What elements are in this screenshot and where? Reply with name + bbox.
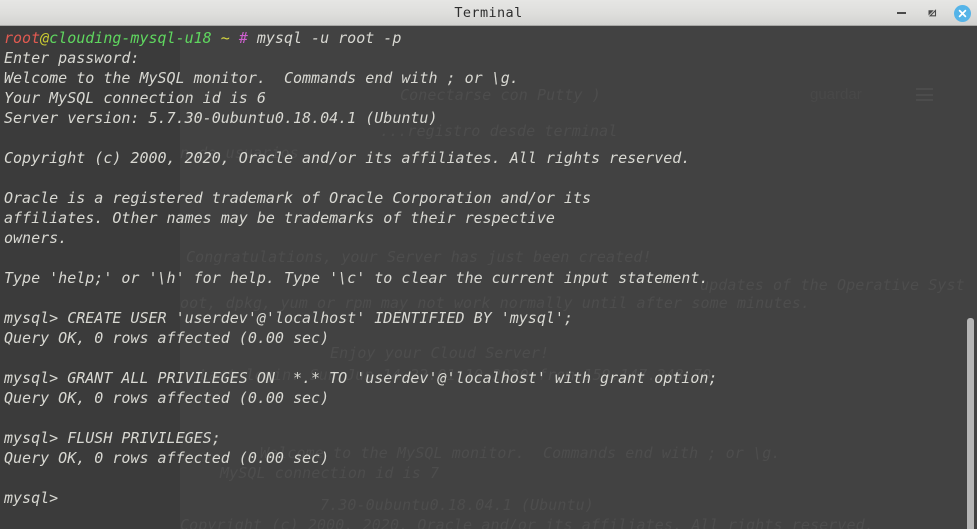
terminal-line: Welcome to the MySQL monitor. Commands e… <box>4 69 519 87</box>
prompt-symbol-space <box>230 29 239 47</box>
prompt-path <box>212 29 221 47</box>
terminal-line: Query OK, 0 rows affected (0.00 sec) <box>4 449 330 467</box>
terminal-line: Enter password: <box>4 49 140 67</box>
prompt-at: @ <box>40 29 50 47</box>
scrollbar-thumb[interactable] <box>967 318 974 529</box>
terminal-line: mysql> GRANT ALL PRIVILEGES ON *.* TO 'u… <box>4 369 718 387</box>
maximize-button[interactable] <box>923 4 941 22</box>
terminal-line: Your MySQL connection id is 6 <box>4 89 266 107</box>
close-button[interactable] <box>954 4 971 22</box>
terminal-line: affiliates. Other names may be trademark… <box>4 209 555 227</box>
terminal-screen[interactable]: Conectarse con Putty ) guardar ...regist… <box>0 26 977 529</box>
vertical-scrollbar[interactable] <box>963 26 977 529</box>
window-controls <box>892 0 971 26</box>
terminal-line: Type 'help;' or '\h' for help. Type '\c'… <box>4 269 709 287</box>
terminal-line: Oracle is a registered trademark of Orac… <box>4 189 591 207</box>
terminal-line: Query OK, 0 rows affected (0.00 sec) <box>4 329 330 347</box>
shell-prompt-line: root@clouding-mysql-u18 ~ # mysql -u roo… <box>4 28 401 48</box>
prompt-user: root <box>4 29 41 47</box>
terminal-prompt-line: mysql> <box>4 489 59 507</box>
terminal-output: root@clouding-mysql-u18 ~ # mysql -u roo… <box>0 26 977 529</box>
terminal-line: Query OK, 0 rows affected (0.00 sec) <box>4 389 330 407</box>
terminal-line: Copyright (c) 2000, 2020, Oracle and/or … <box>4 149 691 167</box>
prompt-symbol: # <box>238 29 248 47</box>
terminal-line: mysql> CREATE USER 'userdev'@'localhost'… <box>4 309 573 327</box>
terminal-line: Server version: 5.7.30-0ubuntu0.18.04.1 … <box>4 109 438 127</box>
prompt-path-value: ~ <box>220 29 230 47</box>
terminal-line: owners. <box>4 229 68 247</box>
terminal-line: mysql> FLUSH PRIVILEGES; <box>4 429 221 447</box>
minimize-button[interactable] <box>892 4 910 22</box>
window-titlebar[interactable]: Terminal <box>0 0 977 26</box>
prompt-command: mysql -u root -p <box>247 29 402 47</box>
terminal-window: Terminal Conectarse con Putty ) guardar <box>0 0 977 529</box>
window-title: Terminal <box>454 4 523 21</box>
prompt-host: clouding-mysql-u18 <box>49 29 212 47</box>
